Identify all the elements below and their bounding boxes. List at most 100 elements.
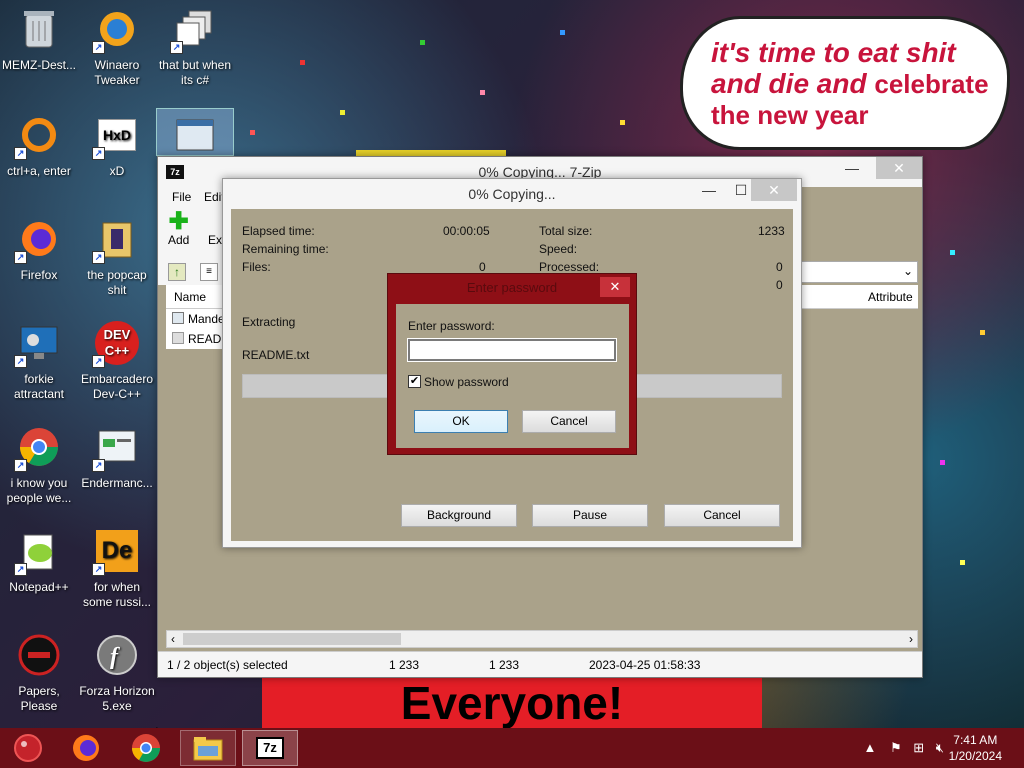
desktop-icon-devcpp[interactable]: DEV C++ ↗ Embarcadero Dev-C++	[78, 316, 156, 416]
ok-button[interactable]: OK	[414, 410, 508, 433]
column-name[interactable]: Name	[174, 290, 206, 304]
elapsed-value: 00:00:05	[443, 224, 490, 238]
shortcut-arrow-icon: ↗	[14, 459, 27, 472]
status-bar: 1 / 2 object(s) selected 1 233 1 233 202…	[158, 651, 922, 677]
pause-button[interactable]: Pause	[532, 504, 648, 527]
desktop-icon-popcap[interactable]: ↗ the popcap shit	[78, 212, 156, 312]
system-tray: ▲ ⚑ ⊞ 🔇︎	[863, 740, 944, 756]
desktop-icon-selected[interactable]	[156, 108, 234, 156]
desktop-icon-label: Winaero Tweaker	[94, 58, 140, 87]
firefox-icon: ↗	[14, 216, 62, 264]
desktop-icon-label: the popcap shit	[87, 268, 147, 297]
shortcut-arrow-icon: ↗	[14, 355, 27, 368]
clock[interactable]: 7:41 AM 1/20/2024	[949, 732, 1002, 764]
volume-muted-icon[interactable]: 🔇︎	[936, 740, 944, 755]
scroll-left-icon[interactable]: ‹	[171, 632, 175, 646]
password-title: Enter password	[466, 280, 558, 295]
flash-icon: f	[94, 632, 140, 678]
password-input[interactable]	[407, 338, 617, 362]
menu-file[interactable]: File	[172, 190, 191, 204]
desktop-icon-label: forkie attractant	[13, 372, 65, 401]
sevenzip-app-icon: 7z	[256, 737, 284, 759]
status-date: 2023-04-25 01:58:33	[589, 658, 701, 672]
cancel-button[interactable]: Cancel	[664, 504, 780, 527]
toolbar: ✚ Add Ext	[158, 207, 228, 259]
start-button[interactable]	[0, 730, 56, 766]
action-center-flag-icon[interactable]: ⚑	[890, 740, 902, 755]
files-label: Files:	[242, 260, 271, 274]
close-button[interactable]: ✕	[876, 157, 922, 179]
desktop-icon-memz[interactable]: MEMZ-Dest...	[0, 2, 78, 102]
de-icon: De ↗	[92, 528, 140, 576]
desktop-icon-label: for when some russi...	[82, 580, 151, 609]
password-body: Enter password: ✔ Show password OK Cance…	[396, 304, 629, 448]
background-button[interactable]: Background	[401, 504, 517, 527]
chevron-down-icon: ⌄	[902, 264, 913, 278]
column-attribute[interactable]: Attribute	[868, 290, 913, 304]
password-close-button[interactable]: ✕	[600, 277, 630, 297]
desktop-icon-firefox[interactable]: ↗ Firefox	[0, 212, 78, 312]
shortcut-arrow-icon: ↗	[92, 147, 105, 160]
minimize-button[interactable]: —	[691, 179, 727, 201]
shortcut-arrow-icon: ↗	[92, 459, 105, 472]
up-folder-icon[interactable]: ↑	[168, 263, 186, 281]
desktop-icon-label: Firefox	[20, 268, 58, 282]
file-row[interactable]: Mande	[166, 309, 226, 329]
bubble-line-2: and die and	[711, 68, 867, 99]
close-button[interactable]: ✕	[751, 179, 797, 201]
desktop-icon-thatbut[interactable]: ↗ that but when its c#	[156, 2, 234, 102]
elapsed-label: Elapsed time:	[242, 224, 315, 238]
password-cancel-button[interactable]: Cancel	[522, 410, 616, 433]
status-selected: 1 / 2 object(s) selected	[167, 658, 288, 672]
desktop-icon-papers[interactable]: Papers, Please	[0, 628, 78, 728]
shortcut-arrow-icon: ↗	[92, 563, 105, 576]
taskbar-chrome[interactable]	[118, 730, 174, 766]
speed-label: Speed:	[539, 242, 578, 256]
file-icon	[172, 332, 184, 344]
desktop-icon-enderman[interactable]: ↗ Endermanc...	[78, 420, 156, 520]
bubble-line-1: it's time to eat shit	[711, 37, 956, 68]
stacked-windows-icon: ↗	[170, 6, 218, 54]
shortcut-arrow-icon: ↗	[92, 355, 105, 368]
desktop-icon-winaero[interactable]: ↗ Winaero Tweaker	[78, 2, 156, 102]
desktop-icon-ctrla[interactable]: ↗ ctrl+a, enter	[0, 108, 78, 208]
desktop-icon-forkie[interactable]: ↗ forkie attractant	[0, 316, 78, 416]
chrome-icon: ↗	[14, 424, 62, 472]
minimize-button[interactable]: —	[834, 157, 870, 179]
add-label: Add	[168, 233, 190, 247]
scroll-thumb[interactable]	[183, 633, 401, 645]
desktop-icon-chrome[interactable]: ↗ i know you people we...	[0, 420, 78, 520]
progress-titlebar: 0% Copying... — ☐ ✕	[223, 179, 801, 209]
desktop-icon-xd[interactable]: HxD ↗ xD	[78, 108, 156, 208]
show-hidden-icons-icon[interactable]: ▲	[863, 740, 876, 755]
column-headers: Name	[166, 285, 226, 309]
show-password-checkbox[interactable]: ✔	[408, 375, 421, 388]
total-size-value: 1233	[758, 224, 785, 238]
desktop-icon-forza[interactable]: f Forza Horizon 5.exe	[78, 628, 156, 728]
status-packed-size: 1 233	[489, 658, 520, 672]
desktop-icon-de[interactable]: De ↗ for when some russi...	[78, 524, 156, 624]
current-file: README.txt	[242, 348, 310, 362]
chrome-icon	[132, 734, 160, 762]
scroll-right-icon[interactable]: ›	[909, 632, 913, 646]
network-icon[interactable]: ⊞	[913, 740, 924, 755]
attribute-header: Attribute	[796, 285, 918, 309]
recycle-bin-icon	[16, 6, 62, 52]
add-button[interactable]: ✚ Add	[168, 210, 190, 248]
folder-icon	[193, 737, 223, 761]
window-app-icon	[172, 113, 218, 159]
firefox-icon	[73, 735, 99, 761]
shortcut-arrow-icon: ↗	[92, 251, 105, 264]
file-row[interactable]: READM	[166, 329, 231, 349]
folders-icon[interactable]: ≡	[200, 263, 218, 281]
taskbar-firefox[interactable]	[58, 730, 114, 766]
desktop-icon-label: that but when its c#	[158, 58, 232, 87]
progress-title: 0% Copying...	[468, 186, 556, 202]
start-orb-icon	[14, 734, 42, 762]
horizontal-scrollbar[interactable]: ‹ ›	[166, 630, 918, 648]
desktop-icon-notepadpp[interactable]: ↗ Notepad++	[0, 524, 78, 624]
taskbar-7zip[interactable]: 7z	[242, 730, 298, 766]
desktop-icon-label: Papers, Please	[18, 684, 60, 713]
taskbar-explorer[interactable]	[180, 730, 236, 766]
shortcut-arrow-icon: ↗	[14, 147, 27, 160]
